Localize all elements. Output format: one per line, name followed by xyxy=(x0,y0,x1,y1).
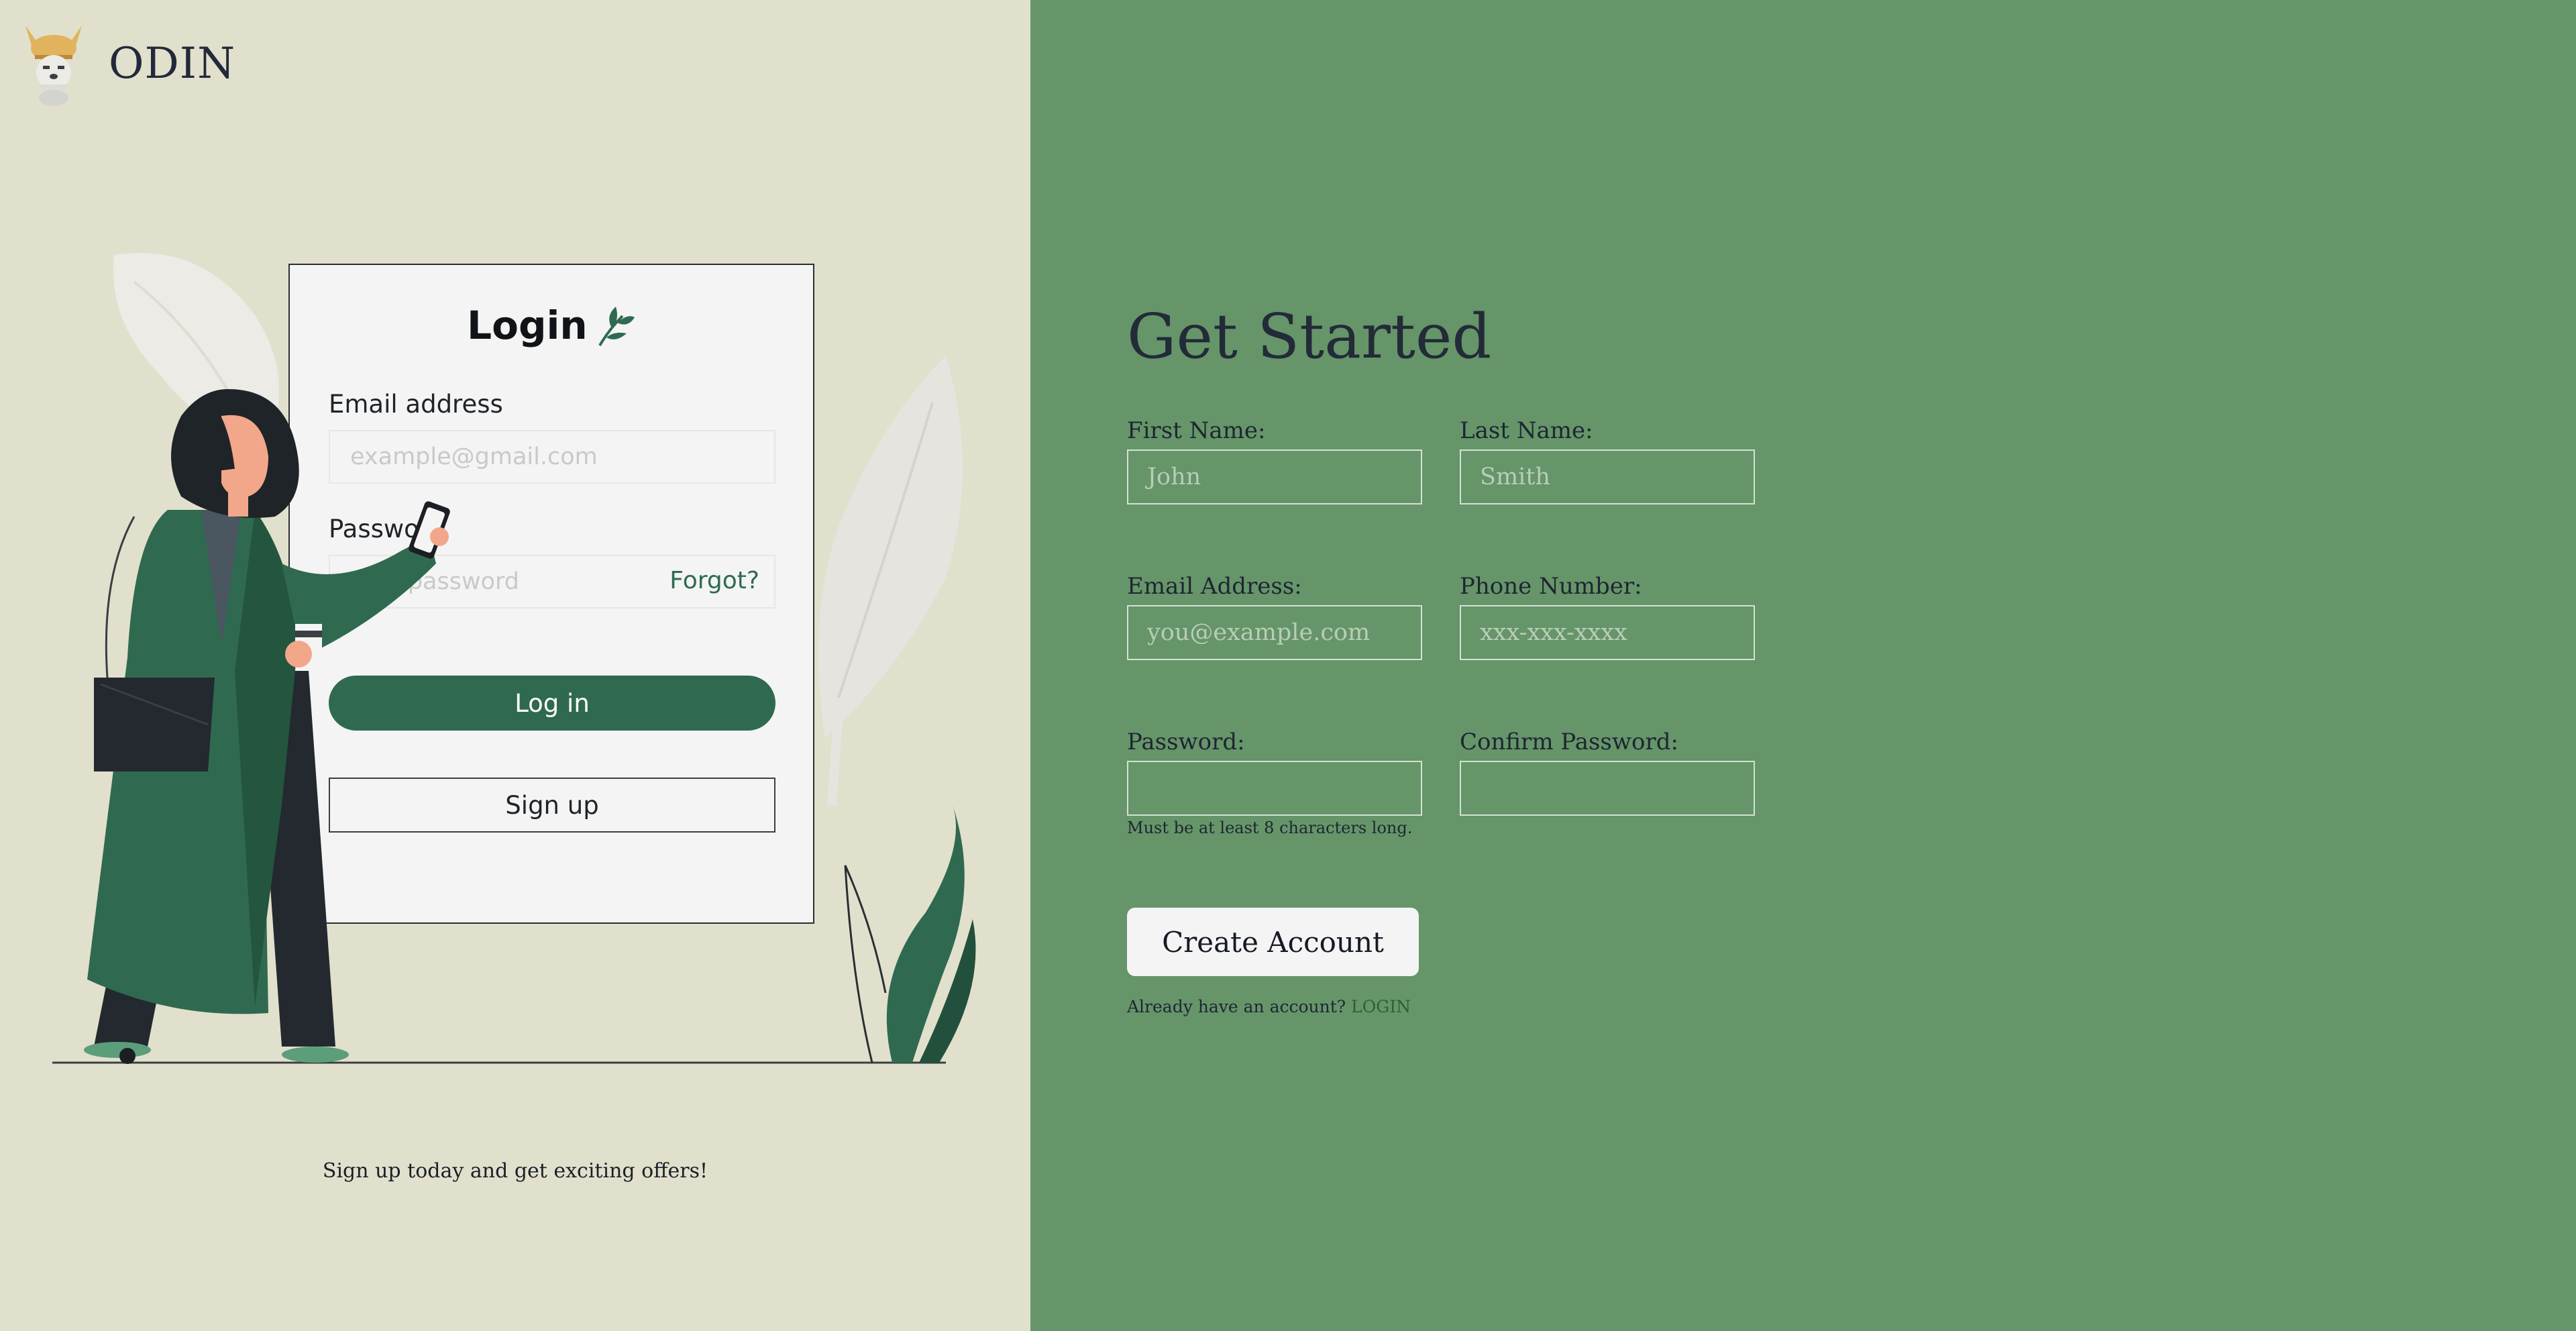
already-have-account: Already have an account? LOGIN xyxy=(1127,997,1411,1016)
get-started-title: Get Started xyxy=(1127,301,1492,372)
phone-number-input[interactable]: xxx-xxx-xxxx xyxy=(1460,605,1755,660)
login-title-text: Login xyxy=(467,303,588,348)
signup-tagline: Sign up today and get exciting offers! xyxy=(322,1159,708,1183)
login-password-placeholder: Your password xyxy=(350,568,520,595)
hero-panel: ODIN Login Email address example@gmail.c… xyxy=(0,0,1030,1331)
confirm-password-input[interactable] xyxy=(1460,761,1755,816)
email-label: Email address xyxy=(329,390,503,419)
confirm-password-label: Confirm Password: xyxy=(1460,729,1678,755)
first-name-input[interactable]: John xyxy=(1127,449,1422,504)
password-label: Password xyxy=(329,515,445,543)
password-input[interactable] xyxy=(1127,761,1422,816)
password-label-signup: Password: xyxy=(1127,729,1245,755)
create-account-button[interactable]: Create Account xyxy=(1127,908,1419,976)
login-email-placeholder: example@gmail.com xyxy=(350,443,598,470)
phone-number-label: Phone Number: xyxy=(1460,573,1642,600)
last-name-label: Last Name: xyxy=(1460,417,1593,444)
signup-panel xyxy=(1030,0,2576,1331)
leaf-icon xyxy=(598,307,635,347)
email-address-input[interactable]: you@example.com xyxy=(1127,605,1422,660)
login-link[interactable]: LOGIN xyxy=(1351,997,1411,1016)
login-button[interactable]: Log in xyxy=(329,676,775,731)
forgot-link[interactable]: Forgot? xyxy=(669,567,759,594)
email-address-placeholder: you@example.com xyxy=(1147,619,1371,646)
first-name-label: First Name: xyxy=(1127,417,1266,444)
leaf-left xyxy=(113,252,279,443)
already-text: Already have an account? xyxy=(1127,997,1346,1016)
password-hint: Must be at least 8 characters long. xyxy=(1127,818,1413,837)
signup-button[interactable]: Sign up xyxy=(329,778,775,833)
first-name-placeholder: John xyxy=(1147,464,1201,490)
phone-number-placeholder: xxx-xxx-xxxx xyxy=(1480,619,1627,646)
login-card: Login Email address example@gmail.com Pa… xyxy=(288,264,814,924)
login-email-input[interactable]: example@gmail.com xyxy=(329,430,775,484)
email-address-label: Email Address: xyxy=(1127,573,1302,600)
leaf-right xyxy=(818,356,963,738)
last-name-placeholder: Smith xyxy=(1480,464,1550,490)
last-name-input[interactable]: Smith xyxy=(1460,449,1755,504)
login-title: Login xyxy=(290,303,813,350)
